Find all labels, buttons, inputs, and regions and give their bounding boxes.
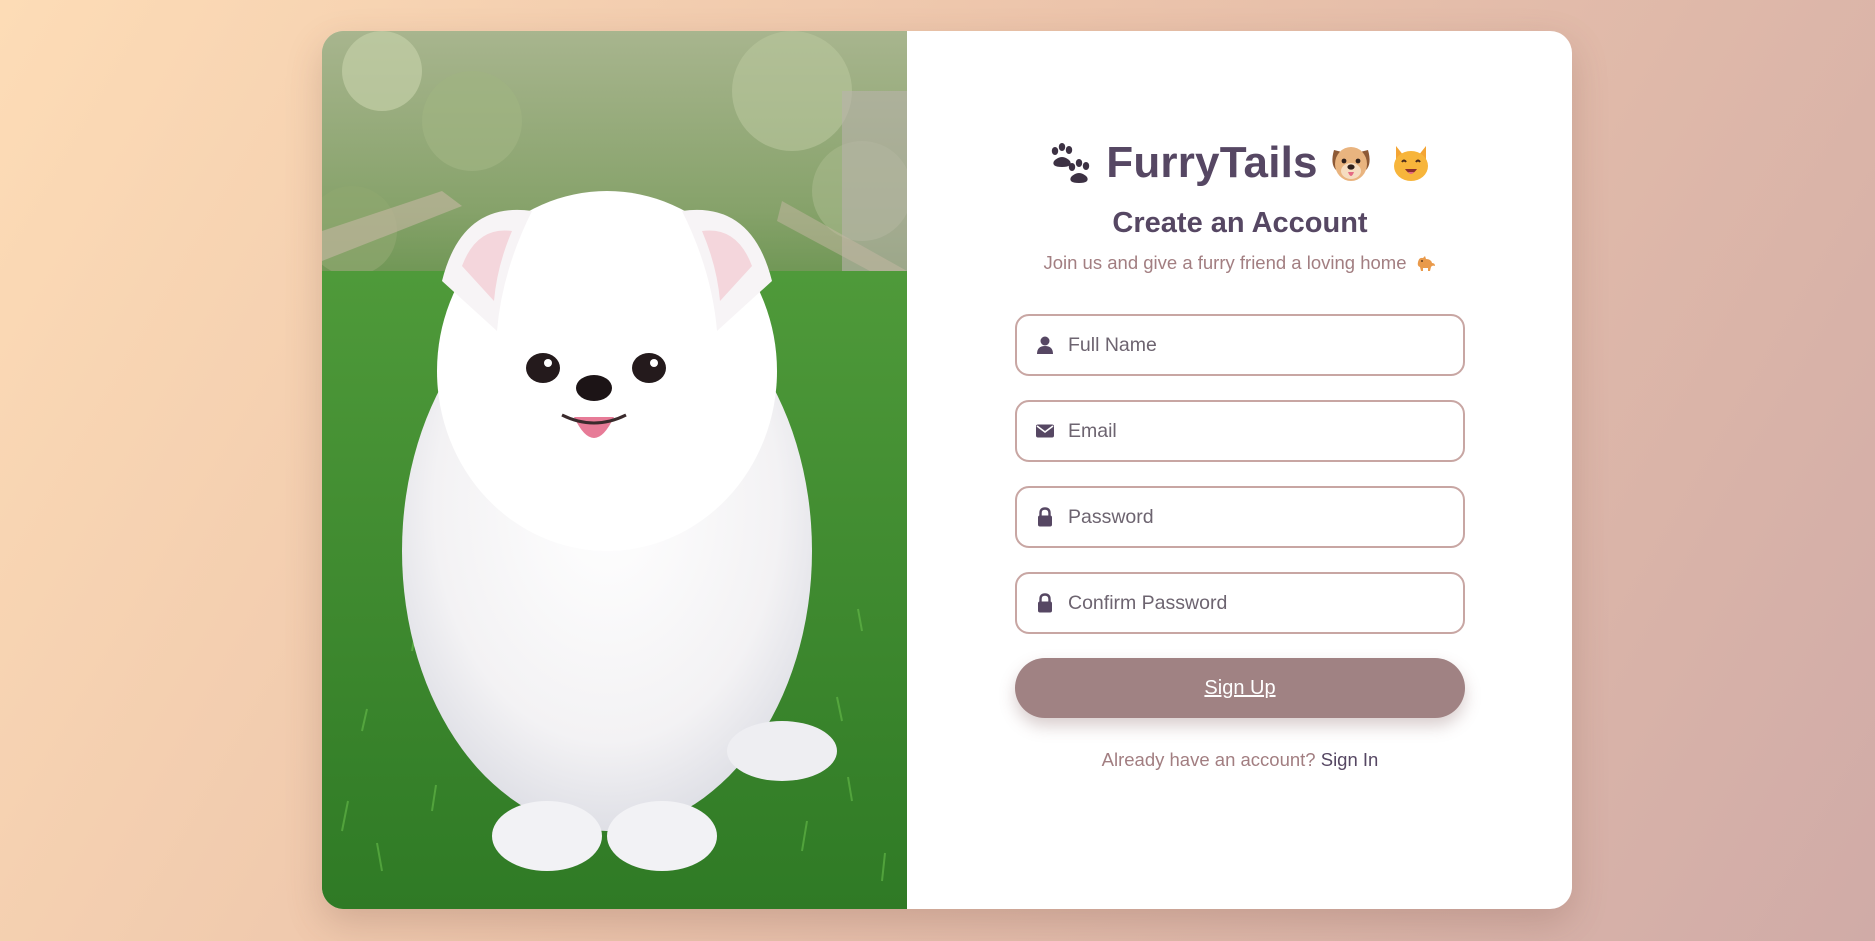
user-icon (1037, 336, 1053, 354)
full-name-field (1015, 314, 1465, 376)
signin-prompt-text: Already have an account? (1101, 749, 1316, 770)
signup-form-panel: FurryTails Create an Account Join us and… (907, 31, 1572, 909)
signup-form: FurryTails Create an Account Join us and… (1015, 31, 1465, 771)
full-name-input[interactable] (1068, 333, 1448, 357)
envelope-icon (1036, 424, 1054, 438)
lock-icon (1038, 507, 1052, 527)
email-field (1015, 400, 1465, 462)
sign-up-button[interactable]: Sign Up (1015, 658, 1465, 718)
password-input[interactable] (1068, 505, 1448, 529)
sign-in-link[interactable]: Sign In (1321, 749, 1379, 770)
brand-title: FurryTails (1046, 135, 1433, 191)
cat-face-icon (1393, 146, 1428, 181)
subtitle: Join us and give a furry friend a loving… (1043, 252, 1436, 274)
signup-card: FurryTails Create an Account Join us and… (322, 31, 1572, 909)
pet-photo (322, 31, 907, 909)
page-title: Create an Account (1112, 207, 1368, 239)
paw-prints-icon (1052, 143, 1090, 183)
email-input[interactable] (1068, 419, 1448, 443)
subtitle-text: Join us and give a furry friend a loving… (1043, 252, 1407, 273)
signin-prompt: Already have an account? Sign In (1102, 749, 1379, 771)
lock-icon (1038, 593, 1052, 613)
confirm-password-field (1015, 572, 1465, 634)
cat-icon (1417, 256, 1435, 271)
confirm-password-input[interactable] (1068, 591, 1448, 615)
dog-face-icon (1332, 147, 1370, 181)
brand-name: FurryTails (1106, 138, 1318, 187)
pomeranian-puppy-image (322, 31, 907, 909)
password-field (1015, 486, 1465, 548)
